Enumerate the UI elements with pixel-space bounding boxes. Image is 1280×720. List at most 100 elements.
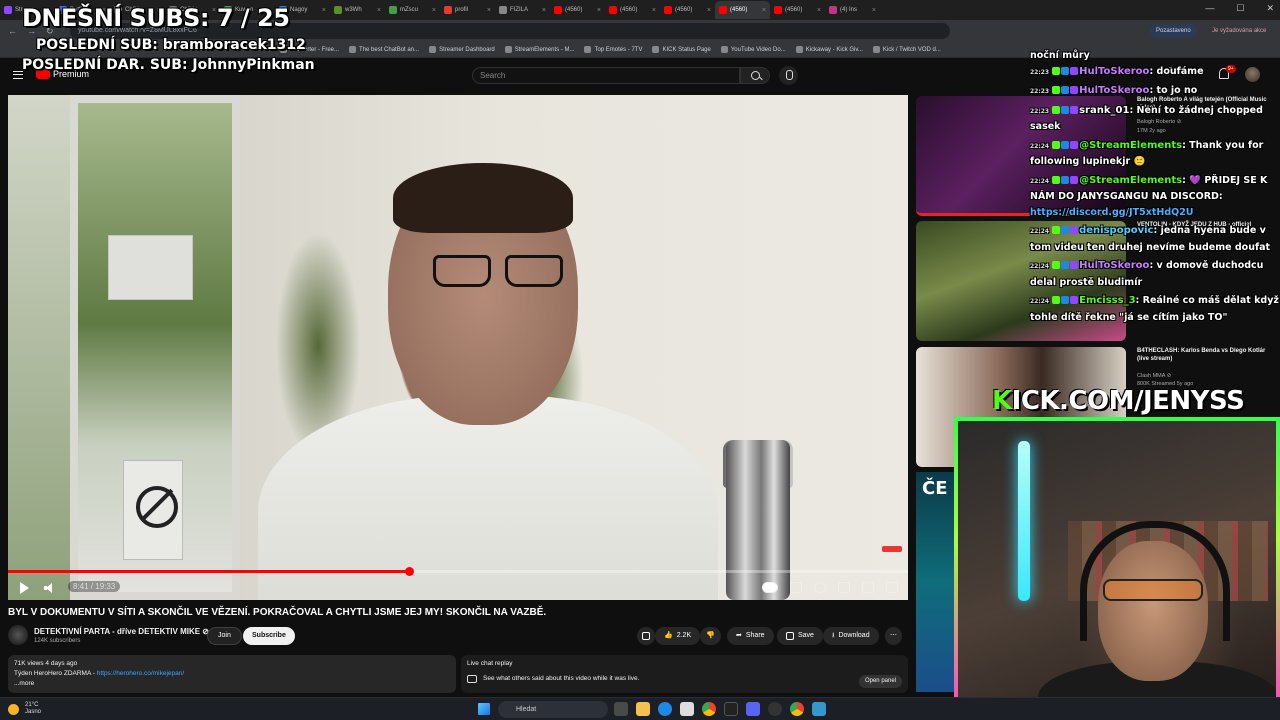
theater-mode-icon[interactable] <box>862 582 874 593</box>
video-progress-bar[interactable] <box>8 567 908 576</box>
chrome-icon[interactable] <box>790 702 804 716</box>
chat-badge-icon <box>1070 261 1079 269</box>
subscribe-button[interactable]: Subscribe <box>243 627 295 645</box>
description-more[interactable]: ...more <box>14 679 450 689</box>
play-icon[interactable] <box>20 582 29 594</box>
browser-tab[interactable]: FIZILA × <box>495 1 550 19</box>
obs-icon[interactable] <box>768 702 782 716</box>
browser-tab[interactable]: (4560) × <box>550 1 605 19</box>
open-panel-button[interactable]: Open panel <box>858 675 902 688</box>
chat-message: 22:24 Emcisss_3: Reálné co máš dělat když… <box>1030 293 1280 325</box>
miniplayer-icon[interactable] <box>838 582 850 593</box>
taskbar-search[interactable]: Hledat <box>498 701 608 718</box>
hype-button[interactable] <box>637 627 655 645</box>
download-button[interactable]: ⭳ Download <box>823 627 879 645</box>
chat-username[interactable]: HulToSkeroo <box>1079 260 1149 271</box>
chat-message: 22:23 srank_01: Není to žádnej chopped sa… <box>1030 103 1280 135</box>
join-button[interactable]: Join <box>207 627 242 645</box>
update-button[interactable]: Je vyžadována akce <box>1208 24 1270 38</box>
chat-badge-icon <box>1070 86 1079 94</box>
browser-tab[interactable]: (4560) × <box>660 1 715 19</box>
video-scene-window <box>8 95 72 600</box>
browser-tab[interactable]: profil × <box>440 1 495 19</box>
search-icon[interactable] <box>740 67 770 84</box>
tab-close-icon[interactable]: × <box>707 7 711 14</box>
captions-icon[interactable] <box>790 582 802 593</box>
more-actions-button[interactable]: ⋯ <box>885 627 902 645</box>
store-icon[interactable] <box>680 702 694 716</box>
bookmark-item[interactable]: Kickaway - Kick Giv... <box>795 46 863 53</box>
terminal-icon[interactable] <box>724 702 738 716</box>
microphone-icon[interactable] <box>779 66 798 85</box>
file-explorer-icon[interactable] <box>636 702 650 716</box>
chat-timestamp: 22:23 <box>1030 88 1050 95</box>
tab-close-icon[interactable]: × <box>652 7 656 14</box>
chat-username[interactable]: HulToSkeroo <box>1079 66 1149 77</box>
app-icon[interactable] <box>746 702 760 716</box>
minimize-icon[interactable]: — <box>1205 3 1214 14</box>
bookmark-item[interactable]: Streamer Dashboard <box>429 46 495 53</box>
share-button[interactable]: ➦ Share <box>727 627 774 645</box>
weather-widget[interactable]: 21°C Jasno <box>8 702 41 716</box>
bookmark-item[interactable]: Top Emotes - 7TV <box>584 46 642 53</box>
channel-avatar[interactable] <box>8 625 28 645</box>
search-input[interactable]: Search <box>472 67 740 84</box>
bookmark-item[interactable]: The best ChatBot an... <box>349 46 419 53</box>
profile-button[interactable]: Pozastaveno <box>1150 24 1197 38</box>
chat-username[interactable]: denispopovic <box>1079 225 1153 236</box>
browser-tab[interactable]: (4560) × <box>715 1 770 19</box>
edge-icon[interactable] <box>658 702 672 716</box>
tab-close-icon[interactable]: × <box>542 7 546 14</box>
browser-tab[interactable]: mZscu × <box>385 1 440 19</box>
bookmark-item[interactable]: KICK Status Page <box>652 46 711 53</box>
bookmark-item[interactable]: Kick / Twitch VOD d... <box>872 46 941 53</box>
tab-close-icon[interactable]: × <box>487 7 491 14</box>
chat-username[interactable]: Emcisss_3 <box>1079 295 1135 306</box>
windows-start-icon[interactable] <box>478 703 490 715</box>
chat-badge-icon <box>1052 66 1061 75</box>
browser-tab[interactable]: w3Wh × <box>330 1 385 19</box>
chrome-icon[interactable] <box>702 702 716 716</box>
tab-close-icon[interactable]: × <box>597 7 601 14</box>
tab-close-icon[interactable]: × <box>817 7 821 14</box>
bookmark-item[interactable]: YouTube Video Do... <box>720 46 786 53</box>
gear-icon[interactable] <box>814 582 826 593</box>
volume-icon[interactable] <box>44 583 54 593</box>
browser-tab[interactable]: (4560) × <box>770 1 825 19</box>
tab-close-icon[interactable]: × <box>377 7 381 14</box>
app-icon[interactable] <box>812 702 826 716</box>
maximize-icon[interactable]: ☐ <box>1236 3 1244 14</box>
tab-close-icon[interactable]: × <box>762 7 766 14</box>
chat-timestamp: 22:24 <box>1030 228 1050 235</box>
description-link[interactable]: https://herohero.co/mikejepan/ <box>97 670 184 677</box>
fullscreen-icon[interactable] <box>886 582 898 593</box>
recommendation-title[interactable]: B4THECLASH: Karlos Benda vs Diego Kotlár… <box>1137 347 1277 363</box>
chat-username[interactable]: @StreamElements <box>1079 175 1182 186</box>
browser-tab[interactable]: (4560) × <box>605 1 660 19</box>
back-icon[interactable]: ← <box>8 26 17 36</box>
tab-close-icon[interactable]: × <box>322 7 326 14</box>
chat-username[interactable]: srank_01 <box>1079 105 1129 116</box>
autoplay-toggle-icon[interactable] <box>762 582 778 593</box>
bookmark-item[interactable]: StreamElements - M... <box>504 46 574 53</box>
chat-username[interactable]: @StreamElements <box>1079 140 1182 151</box>
recommendation-channel: Clash MMA ⊘ <box>1137 373 1172 379</box>
tab-favicon-icon <box>719 6 727 14</box>
bookmark-label: Kick / Twitch VOD d... <box>882 46 941 53</box>
task-view-icon[interactable] <box>614 702 628 716</box>
video-description[interactable]: 71K views 4 days ago Týden HeroHero ZDAR… <box>8 655 456 693</box>
video-player[interactable] <box>8 95 908 600</box>
video-controls-right <box>762 582 898 593</box>
dislike-button[interactable]: 👎 <box>700 627 721 645</box>
save-button[interactable]: Save <box>777 627 823 645</box>
chat-username[interactable]: HulToSkeroo <box>1079 85 1149 96</box>
channel-name[interactable]: DETEKTIVNÍ PARTA - dříve DETEKTIV MIKE ⊘ <box>34 627 209 636</box>
progress-scrubber[interactable] <box>404 567 414 576</box>
close-icon[interactable]: ✕ <box>1266 3 1274 14</box>
browser-tab[interactable]: (4) Ins × <box>825 1 880 19</box>
like-button[interactable]: 👍 2.2K <box>655 627 701 645</box>
chat-link[interactable]: https://discord.gg/JT5xtHdQ2U <box>1030 207 1194 218</box>
chat-text: : to jo no <box>1149 85 1198 96</box>
tab-close-icon[interactable]: × <box>432 7 436 14</box>
tab-close-icon[interactable]: × <box>872 7 876 14</box>
